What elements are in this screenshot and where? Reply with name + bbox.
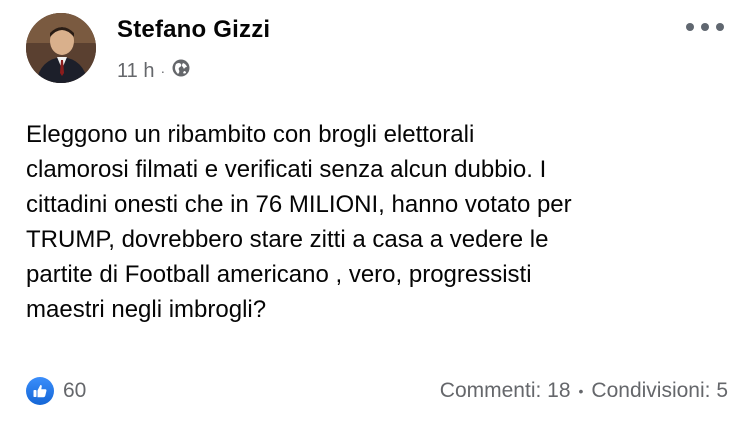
author-name[interactable]: Stefano Gizzi bbox=[117, 16, 270, 44]
avatar-image bbox=[26, 13, 96, 83]
post-text: Eleggono un ribambito con brogli elettor… bbox=[26, 121, 572, 323]
post-time[interactable]: 11 h bbox=[117, 60, 154, 83]
like-icon bbox=[26, 377, 54, 405]
post-footer: 60 Commenti: 18 • Condivisioni: 5 bbox=[26, 377, 728, 405]
post-meta: 11 h · bbox=[117, 58, 191, 84]
more-options-icon[interactable] bbox=[686, 20, 724, 34]
facebook-post: Stefano Gizzi 11 h · Eleggono un ribambi… bbox=[0, 0, 750, 421]
meta-separator: · bbox=[160, 63, 166, 79]
stats-separator: • bbox=[578, 383, 584, 399]
reactions-summary[interactable]: 60 bbox=[26, 377, 86, 405]
globe-icon bbox=[171, 58, 191, 84]
reaction-count: 60 bbox=[63, 379, 87, 402]
engagement-stats: Commenti: 18 • Condivisioni: 5 bbox=[440, 379, 728, 403]
shares-count[interactable]: Condivisioni: 5 bbox=[591, 379, 728, 403]
avatar[interactable] bbox=[26, 13, 96, 83]
comments-count[interactable]: Commenti: 18 bbox=[440, 379, 571, 403]
